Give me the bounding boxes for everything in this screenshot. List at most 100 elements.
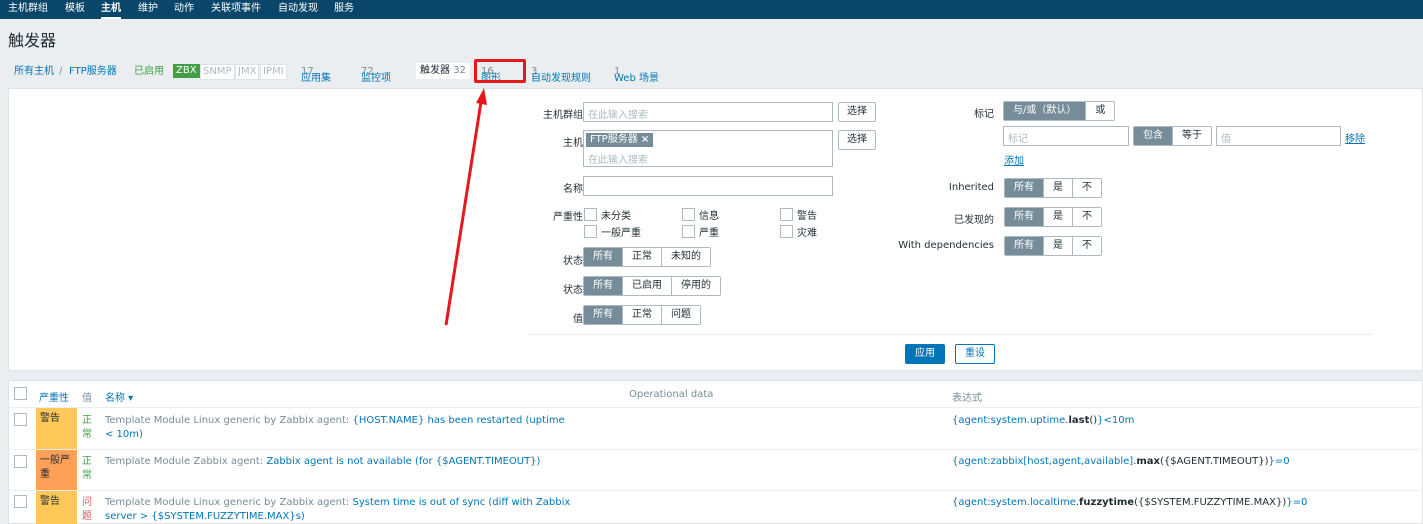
reset-button[interactable]: 重设	[955, 344, 995, 364]
name-input[interactable]	[583, 176, 833, 196]
breadcrumb-host[interactable]: FTP服务器	[69, 65, 117, 79]
state-all[interactable]: 所有	[584, 248, 622, 266]
trigger-name: Template Module Linux generic by Zabbix …	[105, 414, 575, 442]
header-severity[interactable]: 严重性	[39, 389, 69, 404]
remove-chip-icon[interactable]: ×	[641, 134, 649, 145]
tab-items[interactable]: 监控项 72	[361, 65, 391, 84]
state-normal[interactable]: 正常	[622, 248, 661, 266]
expr-item-link[interactable]: agent:zabbix[host,agent,available]	[958, 456, 1133, 467]
select-all-checkbox[interactable]	[14, 387, 27, 400]
tags-or[interactable]: 或	[1085, 102, 1115, 120]
severity-high[interactable]: 严重	[682, 224, 719, 239]
expr-close: }=0	[1268, 456, 1290, 467]
remove-tag-link[interactable]: 移除	[1345, 130, 1365, 145]
breadcrumb-all-hosts[interactable]: 所有主机	[14, 65, 54, 79]
row-checkbox[interactable]	[14, 455, 27, 468]
header-name[interactable]: 名称 ▾	[105, 389, 133, 404]
filter-panel: 主机群组 在此输入搜索 选择 主机 FTP服务器 × 在此输入搜索 选择 名称 …	[8, 88, 1423, 371]
value-ok[interactable]: 正常	[622, 306, 661, 324]
trigger-expression: {agent:system.localtime.fuzzytime({$SYST…	[952, 496, 1307, 510]
template-link[interactable]: Template Module Zabbix agent	[105, 456, 260, 467]
expr-function: max	[1136, 456, 1160, 467]
host-chip: FTP服务器 ×	[586, 133, 654, 147]
add-tag-link[interactable]: 添加	[1004, 152, 1024, 167]
host-group-select-button[interactable]: 选择	[838, 102, 876, 122]
breadcrumb-separator: /	[59, 66, 63, 77]
value-problem[interactable]: 问题	[661, 306, 700, 324]
host-status-enabled[interactable]: 已启用	[134, 65, 164, 79]
severity-cell: 警告	[36, 408, 77, 449]
name-colon: :	[345, 415, 350, 426]
tags-label: 标记	[974, 109, 994, 120]
dependencies-all[interactable]: 所有	[1005, 237, 1043, 255]
discovered-yes[interactable]: 是	[1043, 208, 1072, 226]
availability-jmx: JMX	[235, 64, 260, 80]
tag-equals[interactable]: 等于	[1172, 127, 1211, 145]
value-all[interactable]: 所有	[584, 306, 622, 324]
severity-not-classified[interactable]: 未分类	[584, 207, 631, 222]
tab-web-scenarios[interactable]: Web 场景 1	[614, 65, 659, 84]
nav-services[interactable]: 服务	[334, 1, 354, 17]
availability-snmp: SNMP	[200, 64, 235, 80]
trigger-link[interactable]: Zabbix agent is not available (for {$AGE…	[266, 456, 540, 467]
row-checkbox[interactable]	[14, 413, 27, 426]
host-group-input[interactable]: 在此输入搜索	[583, 102, 833, 122]
tab-discovery-rules[interactable]: 自动发现规则 3	[531, 65, 591, 84]
nav-templates[interactable]: 模板	[65, 1, 85, 17]
dependencies-no[interactable]: 不	[1072, 237, 1101, 255]
inherited-label: Inherited	[948, 182, 994, 193]
expr-function: last	[1068, 415, 1090, 426]
template-link[interactable]: Template Module Linux generic by Zabbix …	[105, 497, 346, 508]
status-all[interactable]: 所有	[584, 277, 622, 295]
dependencies-toggle: 所有 是 不	[1004, 236, 1102, 256]
nav-host-groups[interactable]: 主机群组	[8, 1, 48, 17]
severity-average[interactable]: 一般严重	[584, 224, 641, 239]
inherited-toggle: 所有 是 不	[1004, 178, 1102, 198]
expr-close: }<10m	[1097, 415, 1135, 426]
inherited-all[interactable]: 所有	[1005, 179, 1043, 197]
nav-discovery[interactable]: 自动发现	[278, 1, 318, 17]
page-title: 触发器	[8, 31, 57, 50]
nav-maintenance[interactable]: 维护	[138, 1, 158, 17]
expr-item-link[interactable]: agent:system.uptime	[958, 415, 1065, 426]
value-toggle: 所有 正常 问题	[583, 305, 701, 325]
nav-actions[interactable]: 动作	[174, 1, 194, 17]
expr-item-link[interactable]: agent:system.localtime	[958, 497, 1075, 508]
dependencies-label: With dependencies	[898, 240, 994, 251]
discovered-all[interactable]: 所有	[1005, 208, 1043, 226]
apply-button[interactable]: 应用	[905, 344, 945, 364]
expr-args: ()	[1089, 415, 1098, 426]
nav-event-correlation[interactable]: 关联项事件	[211, 1, 261, 17]
dependencies-yes[interactable]: 是	[1043, 237, 1072, 255]
tag-contains[interactable]: 包含	[1134, 127, 1172, 145]
template-link[interactable]: Template Module Linux generic by Zabbix …	[105, 415, 346, 426]
highlight-box	[474, 59, 526, 83]
host-search-placeholder: 在此输入搜索	[588, 155, 648, 166]
nav-hosts[interactable]: 主机	[101, 1, 121, 19]
row-checkbox[interactable]	[14, 495, 27, 508]
tab-applications[interactable]: 应用集 17	[301, 65, 331, 84]
state-unknown[interactable]: 未知的	[661, 248, 710, 266]
host-select-button[interactable]: 选择	[838, 130, 876, 150]
severity-cell: 一般严重	[36, 450, 77, 490]
expr-close: }=0	[1286, 497, 1308, 508]
trigger-name: Template Module Linux generic by Zabbix …	[105, 496, 575, 524]
status-enabled[interactable]: 已启用	[622, 277, 671, 295]
host-multiselect[interactable]: FTP服务器 × 在此输入搜索	[583, 130, 833, 167]
severity-warning[interactable]: 警告	[780, 207, 817, 222]
status-disabled[interactable]: 停用的	[671, 277, 720, 295]
inherited-no[interactable]: 不	[1072, 179, 1101, 197]
header-value: 值	[82, 393, 92, 404]
severity-information[interactable]: 信息	[682, 207, 719, 222]
tags-and-or[interactable]: 与/或（默认）	[1004, 102, 1086, 120]
host-group-label: 主机群组	[543, 110, 583, 121]
tag-value-input[interactable]: 值	[1216, 126, 1341, 146]
tag-name-input[interactable]: 标记	[1003, 126, 1129, 146]
header-expression: 表达式	[952, 393, 982, 404]
discovered-no[interactable]: 不	[1072, 208, 1101, 226]
tab-triggers[interactable]: 触发器 32	[416, 63, 470, 79]
expr-args: ({$SYSTEM.FUZZYTIME.MAX})	[1134, 497, 1287, 508]
tag-match-toggle: 包含 等于	[1133, 126, 1212, 146]
severity-disaster[interactable]: 灾难	[780, 224, 817, 239]
inherited-yes[interactable]: 是	[1043, 179, 1072, 197]
